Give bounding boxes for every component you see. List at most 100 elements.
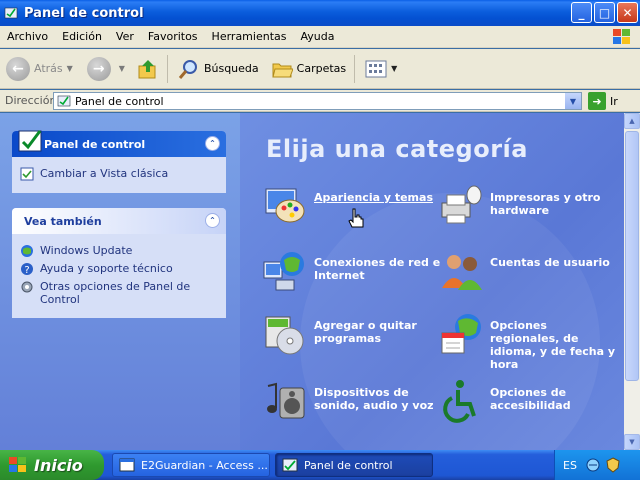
address-input[interactable]: Panel de control ▼ [53,92,582,110]
close-button[interactable]: ✕ [617,2,638,23]
category-printers[interactable]: Impresoras y otro hardware [438,183,618,229]
category-view: Elija una categoría Apariencia y temas I… [240,113,624,450]
menu-bar: Archivo Edición Ver Favoritos Herramient… [0,26,640,48]
maximize-button[interactable]: □ [594,2,615,23]
help-support-link[interactable]: ? Ayuda y soporte técnico [20,262,218,276]
address-label: Dirección [5,94,57,107]
vertical-scrollbar[interactable]: ▲ ▼ [624,113,640,450]
network-globe-icon [263,252,304,291]
folders-button[interactable]: Carpetas [271,58,346,80]
security-tray-icon[interactable] [605,457,621,473]
classic-view-link[interactable]: Cambiar a Vista clásica [20,167,218,181]
category-label: Impresoras y otro hardware [490,191,601,217]
address-bar: Dirección Panel de control ▼ ➜ Ir [0,90,640,112]
folders-label: Carpetas [296,62,347,75]
scroll-up-button[interactable]: ▲ [624,113,640,129]
windows-logo-icon [613,29,630,44]
category-regional[interactable]: Opciones regionales, de idioma, y de fec… [438,311,618,371]
title-bar[interactable]: Panel de control _ □ ✕ [0,0,640,26]
other-options-link[interactable]: Otras opciones de Panel de Control [20,280,218,306]
views-button[interactable]: ▼ [365,59,397,79]
window-title: Panel de control [24,5,144,21]
control-panel-panel: Panel de control ⌃ Cambiar a Vista clási… [12,130,226,193]
menu-herramientas[interactable]: Herramientas [205,30,294,43]
network-tray-icon[interactable] [585,457,601,473]
go-button[interactable]: ➜ Ir [588,92,618,110]
category-label: Agregar o quitar programas [314,319,417,345]
chevron-down-icon[interactable]: ▼ [67,64,73,73]
panel-header[interactable]: Vea también ⌃ [12,208,226,234]
control-panel-icon [4,7,18,19]
up-folder-icon [138,59,156,78]
printer-mouse-icon [441,185,482,224]
taskbar-item-label: Panel de control [304,458,393,472]
chevron-down-icon[interactable]: ▼ [119,64,125,73]
regional-globe-calendar-icon [441,314,481,354]
category-label: Dispositivos de sonido, audio y voz [314,386,434,412]
help-support-label: Ayuda y soporte técnico [40,262,173,275]
appearance-palette-icon [265,188,305,223]
collapse-icon[interactable]: ⌃ [205,213,220,228]
see-also-panel: Vea también ⌃ Windows Update ? Ayuda y s… [12,208,226,318]
collapse-icon[interactable]: ⌃ [205,136,220,151]
start-label: Inicio [34,455,83,475]
taskbar-item-label: E2Guardian - Access ... [141,458,268,472]
page-title: Elija una categoría [266,135,528,163]
category-network[interactable]: Conexiones de red e Internet [262,248,442,294]
menu-favoritos[interactable]: Favoritos [141,30,205,43]
category-accessibility[interactable]: Opciones de accesibilidad [438,378,618,424]
gear-icon [21,281,33,293]
minimize-button[interactable]: _ [571,2,592,23]
category-user-accounts[interactable]: Cuentas de usuario [438,248,618,294]
menu-edicion[interactable]: Edición [55,30,109,43]
back-arrow-icon: ← [6,56,30,81]
accessibility-wheelchair-icon [443,380,476,423]
control-panel-icon [57,95,71,107]
go-arrow-icon: ➜ [588,92,606,110]
windows-update-icon [21,245,33,257]
browser-window-icon [119,458,135,472]
category-label: Opciones regionales, de idioma, y de fec… [490,319,616,371]
toolbar-separator [166,54,168,83]
menu-archivo[interactable]: Archivo [0,30,55,43]
sound-speaker-icon [267,382,305,419]
main-area: Panel de control ⌃ Cambiar a Vista clási… [0,113,624,450]
start-button[interactable]: Inicio [0,450,104,480]
category-label: Conexiones de red e Internet [314,256,441,282]
back-button[interactable]: ← Atrás ▼ [6,56,73,81]
search-icon [178,59,197,79]
category-label: Cuentas de usuario [490,256,610,269]
language-indicator[interactable]: ES [563,459,577,472]
forward-button[interactable]: → ▼ [86,56,125,81]
forward-arrow-icon: → [86,56,111,81]
svg-text:?: ? [24,265,29,276]
classic-view-label: Cambiar a Vista clásica [40,167,169,180]
scroll-down-button[interactable]: ▼ [624,434,640,450]
taskbar: Inicio E2Guardian - Access ... Panel de … [0,450,640,480]
search-button[interactable]: Búsqueda [178,58,259,80]
control-panel-icon [282,458,298,472]
switch-view-icon [20,167,34,181]
windows-update-label: Windows Update [40,244,133,257]
panel-title: Panel de control [44,137,146,151]
toolbar: ← Atrás ▼ → ▼ Búsqueda Carpetas ▼ [0,49,640,89]
users-icon [442,255,482,290]
chevron-down-icon[interactable]: ▼ [391,64,397,73]
go-label: Ir [610,94,618,108]
scroll-thumb[interactable] [625,131,639,381]
category-add-remove[interactable]: Agregar o quitar programas [262,311,442,357]
taskbar-item-e2guardian[interactable]: E2Guardian - Access ... [112,453,270,477]
up-folder-button[interactable] [137,58,159,80]
menu-ayuda[interactable]: Ayuda [293,30,341,43]
chevron-down-icon[interactable]: ▼ [565,93,581,109]
taskbar-item-control-panel[interactable]: Panel de control [275,453,433,477]
panel-header[interactable]: Panel de control ⌃ [12,130,226,157]
views-grid-icon [365,60,387,77]
add-remove-programs-icon [265,316,304,355]
category-sound[interactable]: Dispositivos de sonido, audio y voz [262,378,442,424]
address-value: Panel de control [75,94,164,108]
menu-ver[interactable]: Ver [109,30,141,43]
other-options-label: Otras opciones de Panel de Control [40,280,191,306]
category-label: Apariencia y temas [314,191,433,204]
windows-update-link[interactable]: Windows Update [20,244,218,258]
